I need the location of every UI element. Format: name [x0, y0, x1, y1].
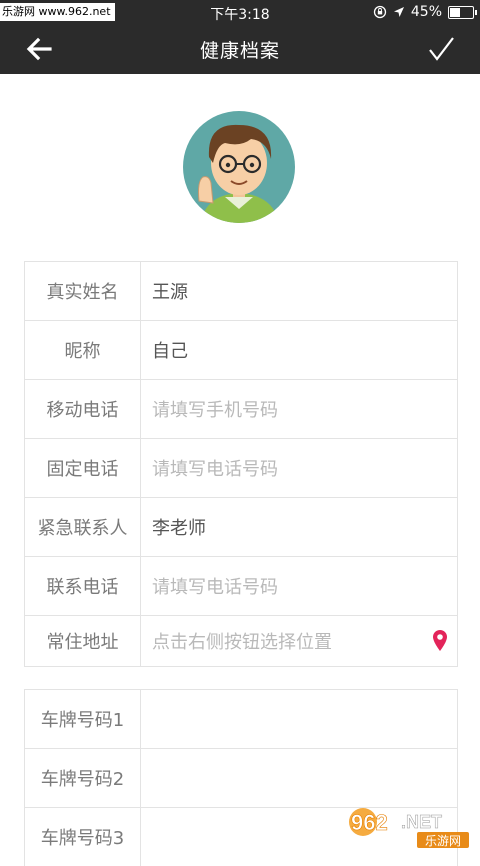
contact-phone-field[interactable]: 请填写电话号码	[141, 557, 457, 615]
landline-field[interactable]: 请填写电话号码	[141, 439, 457, 497]
form-row-plate-1[interactable]: 车牌号码1	[25, 690, 457, 749]
orientation-lock-icon	[373, 5, 387, 19]
location-arrow-icon	[393, 7, 404, 17]
check-icon[interactable]	[426, 34, 456, 64]
real-name-field[interactable]: 王源	[141, 262, 457, 320]
form-row-emergency-contact[interactable]: 紧急联系人 李老师	[25, 498, 457, 557]
page-title: 健康档案	[199, 40, 280, 62]
plate-1-label: 车牌号码1	[25, 690, 141, 748]
watermark-brand: 962	[351, 810, 388, 835]
form-row-landline[interactable]: 固定电话 请填写电话号码	[25, 439, 457, 498]
plate-3-label: 车牌号码3	[25, 808, 141, 866]
location-pin-icon[interactable]	[433, 630, 447, 652]
plate-2-label: 车牌号码2	[25, 749, 141, 807]
battery-percent: 45%	[410, 4, 442, 20]
contact-phone-label: 联系电话	[25, 557, 141, 615]
form-row-contact-phone[interactable]: 联系电话 请填写电话号码	[25, 557, 457, 616]
battery-icon	[448, 5, 477, 19]
watermark-logo: 962 .NET 乐游网	[349, 808, 469, 848]
landline-label: 固定电话	[25, 439, 141, 497]
form-row-real-name[interactable]: 真实姓名 王源	[25, 262, 457, 321]
emergency-contact-label: 紧急联系人	[25, 498, 141, 556]
mobile-label: 移动电话	[25, 380, 141, 438]
real-name-label: 真实姓名	[25, 262, 141, 320]
form-row-address[interactable]: 常住地址 点击右侧按钮选择位置	[25, 616, 457, 666]
nickname-label: 昵称	[25, 321, 141, 379]
nickname-field[interactable]: 自己	[141, 321, 457, 379]
address-field[interactable]: 点击右侧按钮选择位置	[141, 616, 457, 666]
navigation-bar: 健康档案	[0, 24, 480, 74]
address-label: 常住地址	[25, 616, 141, 666]
avatar[interactable]	[181, 111, 297, 223]
mobile-field[interactable]: 请填写手机号码	[141, 380, 457, 438]
emergency-contact-field[interactable]: 李老师	[141, 498, 457, 556]
status-bar: 乐游网 www.962.net 下午3:18 45%	[0, 0, 480, 24]
profile-form: 真实姓名 王源 昵称 自己 移动电话 请填写手机号码 固定电话 请填写电话号码 …	[24, 261, 458, 667]
watermark-sub: 乐游网	[425, 834, 461, 848]
status-right: 45%	[373, 4, 477, 20]
address-placeholder: 点击右侧按钮选择位置	[152, 632, 332, 653]
plate-1-field[interactable]	[141, 690, 457, 748]
plate-2-field[interactable]	[141, 749, 457, 807]
form-row-nickname[interactable]: 昵称 自己	[25, 321, 457, 380]
watermark-suffix: .NET	[401, 812, 442, 832]
top-bar: 乐游网 www.962.net 下午3:18 45% 健康档案	[0, 0, 480, 74]
form-row-mobile[interactable]: 移动电话 请填写手机号码	[25, 380, 457, 439]
